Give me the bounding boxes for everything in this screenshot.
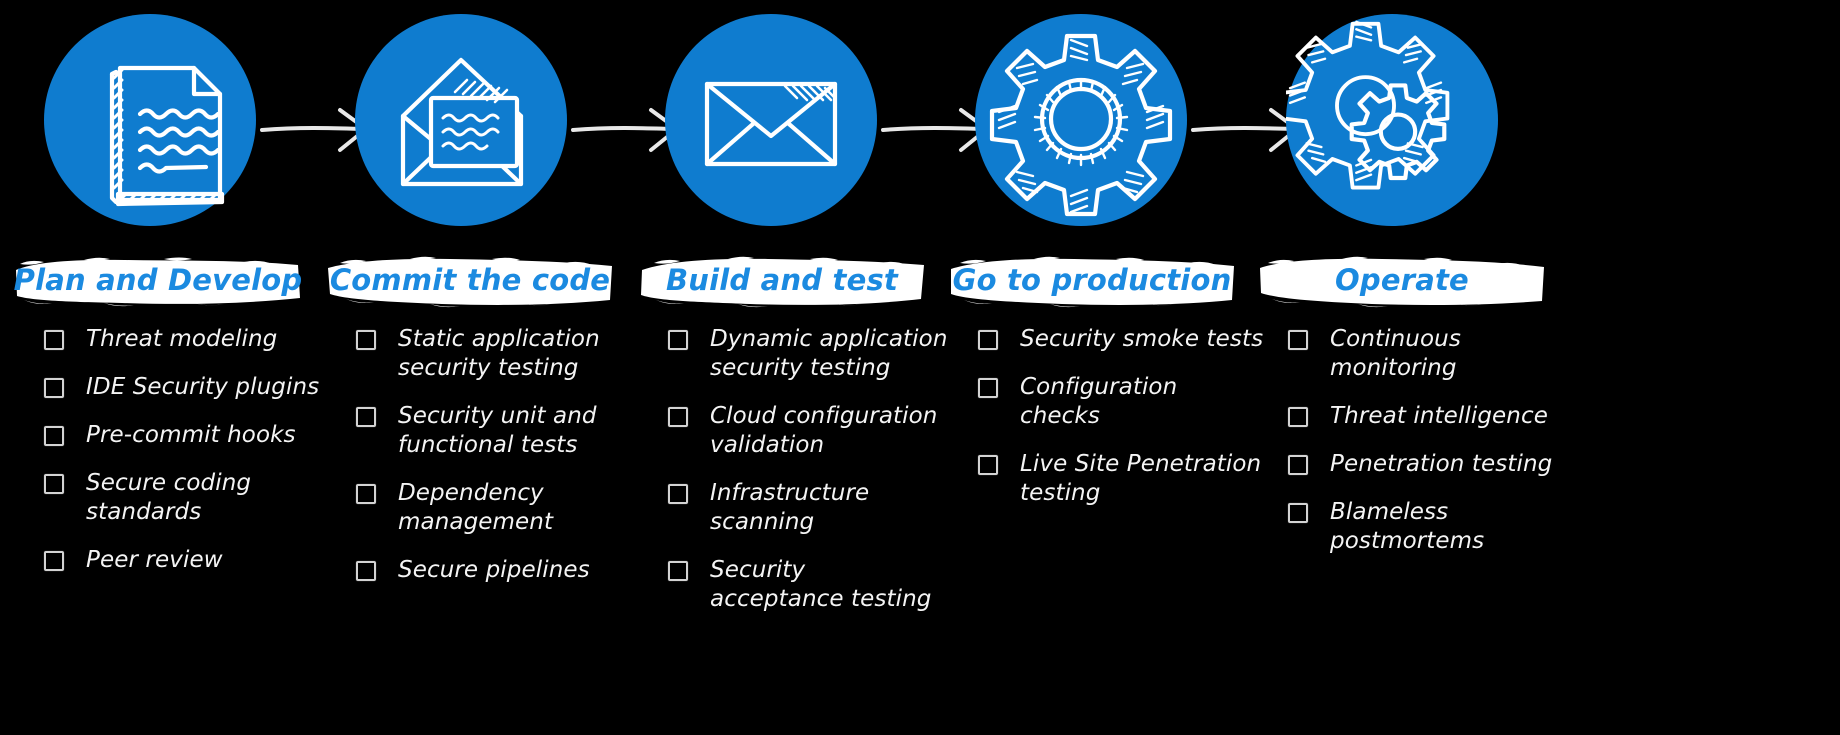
stage-icon-cell-4 (975, 14, 1299, 226)
stage-title-2: Commit the code (329, 263, 611, 297)
list-item-label: Blameless postmortems (1330, 499, 1485, 554)
stage-circle-2 (355, 14, 567, 226)
list-item[interactable]: Penetration testing (1288, 450, 1588, 479)
list-item[interactable]: Pre-commit hooks (44, 421, 330, 450)
list-item-label: Penetration testing (1330, 451, 1553, 477)
list-item-label: Cloud configuration validation (710, 403, 938, 458)
list-item[interactable]: Blameless postmortems (1288, 498, 1588, 556)
checkbox[interactable] (356, 561, 376, 581)
list-item[interactable]: Threat modeling (44, 325, 330, 354)
list-item[interactable]: Security acceptance testing (668, 556, 954, 614)
stage-title-5: Operate (1335, 263, 1469, 297)
stage-checklist-5: Continuous monitoring Threat intelligenc… (1288, 325, 1588, 575)
checkbox[interactable] (44, 474, 64, 494)
checkbox[interactable] (668, 330, 688, 350)
stage-checklist-2: Static application security testing Secu… (356, 325, 642, 604)
list-item[interactable]: Peer review (44, 546, 330, 575)
list-item[interactable]: Dynamic application security testing (668, 325, 954, 383)
checkbox[interactable] (356, 330, 376, 350)
list-item[interactable]: Cloud configuration validation (668, 402, 954, 460)
list-item-label: Pre-commit hooks (86, 422, 296, 448)
list-item-label: Configuration checks (1020, 374, 1178, 429)
stage-checklist-1: Threat modeling IDE Security plugins Pre… (44, 325, 330, 594)
list-item[interactable]: Security unit and functional tests (356, 402, 642, 460)
list-item-label: Threat modeling (86, 326, 278, 352)
stage-banner-1: Plan and Develop (14, 256, 302, 308)
list-item-label: Dependency management (398, 480, 554, 535)
stage-circle-4 (975, 14, 1187, 226)
stage-banner-4: Go to production (948, 256, 1236, 308)
checkbox[interactable] (44, 426, 64, 446)
stage-icon-cell-5 (1286, 14, 1522, 226)
list-item-label: Threat intelligence (1330, 403, 1548, 429)
stage-icon-row (0, 0, 1840, 240)
list-item[interactable]: Live Site Penetration testing (978, 450, 1264, 508)
list-item-label: Dynamic application security testing (710, 326, 948, 381)
list-item[interactable]: IDE Security plugins (44, 373, 330, 402)
list-item-label: Secure pipelines (398, 557, 590, 583)
list-item-label: Security acceptance testing (710, 557, 932, 612)
stage-circle-1 (44, 14, 256, 226)
stage-circle-3 (665, 14, 877, 226)
stage-checklist-4: Security smoke tests Configuration check… (978, 325, 1264, 527)
stage-icon-cell-2 (355, 14, 679, 226)
stage-icon-cell-1 (44, 14, 368, 226)
stage-icon-cell-3 (665, 14, 989, 226)
devsecops-pipeline-diagram: Plan and Develop Commit the code Build a… (0, 0, 1840, 735)
checkbox[interactable] (1288, 503, 1308, 523)
checkbox[interactable] (1288, 455, 1308, 475)
checkbox[interactable] (978, 455, 998, 475)
list-item[interactable]: Threat intelligence (1288, 402, 1588, 431)
stage-title-1: Plan and Develop (13, 263, 303, 297)
stage-title-4: Go to production (952, 263, 1232, 297)
checkbox[interactable] (1288, 330, 1308, 350)
list-item-label: Static application security testing (398, 326, 600, 381)
checkbox[interactable] (668, 484, 688, 504)
list-item-label: IDE Security plugins (86, 374, 320, 400)
list-item-label: Peer review (86, 547, 223, 573)
stage-banner-2: Commit the code (326, 256, 614, 308)
list-item-label: Secure coding standards (86, 470, 252, 525)
checkbox[interactable] (356, 407, 376, 427)
checkbox[interactable] (978, 330, 998, 350)
checkbox[interactable] (668, 561, 688, 581)
list-item-label: Security unit and functional tests (398, 403, 597, 458)
checkbox[interactable] (44, 551, 64, 571)
list-item[interactable]: Secure coding standards (44, 469, 330, 527)
list-item[interactable]: Security smoke tests (978, 325, 1264, 354)
list-item-label: Security smoke tests (1020, 326, 1264, 352)
list-item-label: Continuous monitoring (1330, 326, 1461, 381)
list-item-label: Infrastructure scanning (710, 480, 870, 535)
list-item[interactable]: Configuration checks (978, 373, 1264, 431)
list-item[interactable]: Secure pipelines (356, 556, 642, 585)
list-item-label: Live Site Penetration testing (1020, 451, 1262, 506)
stage-banner-3: Build and test (638, 256, 926, 308)
checkbox[interactable] (44, 378, 64, 398)
stage-banner-5: Operate (1258, 256, 1546, 308)
list-item[interactable]: Static application security testing (356, 325, 642, 383)
stage-checklist-3: Dynamic application security testing Clo… (668, 325, 954, 633)
list-item[interactable]: Infrastructure scanning (668, 479, 954, 537)
stage-circle-5 (1286, 14, 1498, 226)
checkbox[interactable] (978, 378, 998, 398)
checkbox[interactable] (356, 484, 376, 504)
list-item[interactable]: Continuous monitoring (1288, 325, 1588, 383)
list-item[interactable]: Dependency management (356, 479, 642, 537)
checkbox[interactable] (1288, 407, 1308, 427)
checkbox[interactable] (668, 407, 688, 427)
stage-title-3: Build and test (665, 263, 898, 297)
checkbox[interactable] (44, 330, 64, 350)
